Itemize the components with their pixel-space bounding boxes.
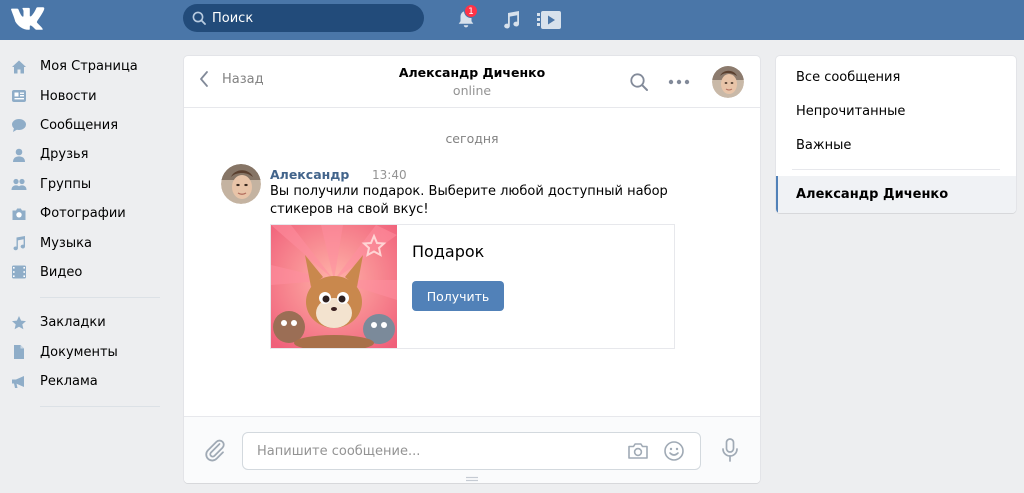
video-icon [10,264,28,280]
message-time[interactable]: 13:40 [372,168,407,182]
left-navigation: Моя Страница Новости Сообщения Друзья Гр… [0,52,170,417]
filter-all-messages[interactable]: Все сообщения [776,61,1016,95]
more-options-icon[interactable] [668,78,690,86]
nav-item-photos[interactable]: Фотографии [0,199,170,228]
nav-item-messages[interactable]: Сообщения [0,111,170,140]
nav-divider [40,406,160,408]
nav-item-my-page[interactable]: Моя Страница [0,52,170,81]
search-box[interactable] [183,4,424,32]
nav-item-video[interactable]: Видео [0,258,170,287]
avatar[interactable] [221,164,261,204]
news-icon [10,88,28,104]
video-icon[interactable] [535,7,563,33]
nav-item-ads[interactable]: Реклама [0,367,170,396]
document-icon [10,344,28,360]
nav-item-groups[interactable]: Группы [0,170,170,199]
nav-item-label: Группы [40,176,92,192]
date-separator: сегодня [445,131,499,146]
active-conversation[interactable]: Александр Диченко [776,176,1016,213]
message-author[interactable]: Александр [270,167,349,182]
camera-icon [10,206,28,222]
music-icon [10,235,28,251]
star-icon [10,315,28,331]
megaphone-icon [10,374,28,390]
nav-item-friends[interactable]: Друзья [0,140,170,169]
groups-icon [10,176,28,192]
nav-item-news[interactable]: Новости [0,81,170,110]
message-input[interactable] [257,442,617,460]
search-icon[interactable] [629,72,649,92]
notifications-badge: 1 [464,4,478,18]
get-gift-button[interactable]: Получить [412,281,504,311]
nav-item-label: Документы [40,344,118,360]
music-icon[interactable] [500,8,524,32]
nav-item-label: Сообщения [40,117,119,133]
top-bar: 1 [0,0,1024,40]
filter-unread[interactable]: Непрочитанные [776,95,1016,129]
messages-filter-panel: Все сообщения Непрочитанные Важные Алекс… [776,56,1016,213]
message-text: Вы получили подарок. Выберите любой дост… [270,184,668,217]
attach-icon[interactable] [204,438,226,462]
nav-item-label: Новости [40,88,97,104]
nav-divider [40,297,160,299]
search-input[interactable] [212,10,412,26]
nav-item-music[interactable]: Музыка [0,228,170,257]
nav-item-bookmarks[interactable]: Закладки [0,308,170,337]
nav-item-label: Закладки [40,315,106,331]
emoji-icon[interactable] [663,440,685,462]
nav-item-label: Реклама [40,374,98,390]
nav-item-label: Видео [40,264,83,280]
microphone-icon[interactable] [720,437,740,463]
sticker-pack-image[interactable] [271,225,397,348]
avatar[interactable] [712,66,744,98]
message-composer [184,416,760,483]
nav-item-documents[interactable]: Документы [0,338,170,367]
nav-item-label: Моя Страница [40,59,138,75]
search-icon [192,11,206,25]
message-input-box[interactable] [242,432,701,470]
camera-icon[interactable] [627,441,649,461]
chat-window: Назад Александр Диченко online сегодня А… [184,56,760,483]
gift-card: Подарок Получить [270,224,675,349]
gift-title: Подарок [412,242,485,261]
friends-icon [10,147,28,163]
home-icon [10,59,28,75]
nav-item-label: Фотографии [40,206,126,222]
nav-item-label: Музыка [40,235,92,251]
nav-item-label: Друзья [40,147,89,163]
chat-header: Назад Александр Диченко online [184,56,760,108]
vk-logo-icon[interactable] [10,7,50,33]
resize-handle-icon[interactable] [464,476,480,482]
messages-icon [10,117,28,133]
panel-divider [792,169,1000,170]
filter-important[interactable]: Важные [776,129,1016,163]
